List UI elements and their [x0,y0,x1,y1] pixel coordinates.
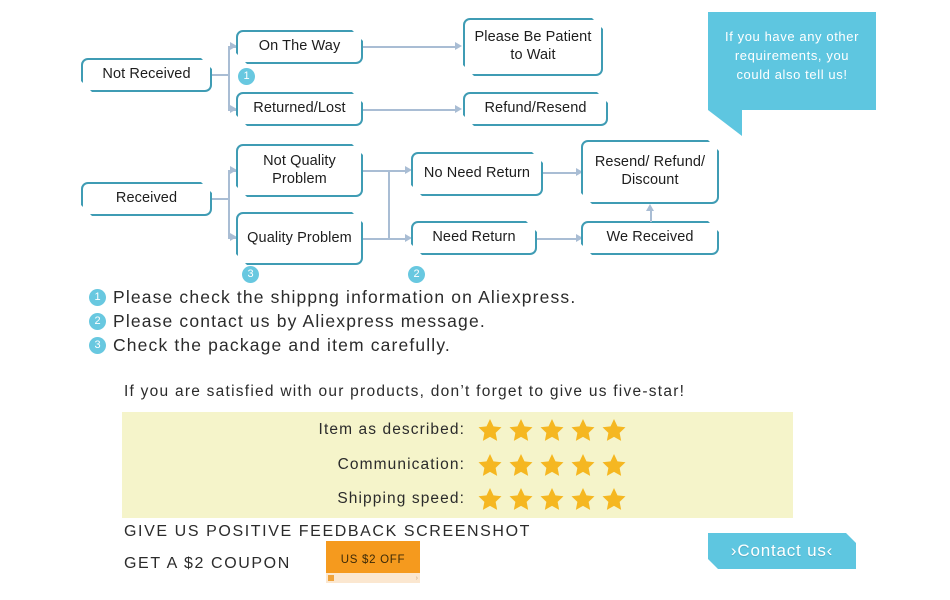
speech-bubble-tail [708,110,742,136]
star-icon [540,418,564,441]
flow-box-returned-lost-label: Returned/Lost [253,100,346,117]
star-icon [478,453,502,476]
flow-box-please-be-patient-label: Please Be Patient to Wait [474,29,592,63]
badge-step-3: 3 [242,266,259,283]
connector-quality-out [363,238,389,240]
rating-row-communication: Communication: [275,452,627,478]
star-icon [509,418,533,441]
flow-box-resend-refund-discount-label: Resend/ Refund/ Discount [594,154,706,188]
flow-box-quality-problem[interactable]: Quality Problem [236,212,363,265]
connector-received-stem [212,198,229,200]
flow-box-we-received[interactable]: We Received [581,221,719,255]
note-text: Please contact us by Aliexpress message. [113,311,486,331]
speech-bubble-text: If you have any other requirements, you … [724,29,859,82]
star-icon [571,453,595,476]
note-badge: 2 [89,313,106,330]
flow-box-please-be-patient[interactable]: Please Be Patient to Wait [463,18,603,76]
note-text: Please check the shippng information on … [113,287,577,307]
contact-us-label: ›Contact us‹ [730,541,834,560]
arrowhead-not-quality-problem [230,165,237,174]
flow-box-returned-lost[interactable]: Returned/Lost [236,92,363,126]
arrowhead-up-to-resend [646,204,654,211]
note-badge: 1 [89,289,106,306]
rating-label: Communication: [337,456,465,473]
star-icon [571,418,595,441]
rating-row-shipping-speed: Shipping speed: [275,486,627,512]
coupon-square-icon [328,575,334,581]
arrowhead-quality-problem [230,232,237,241]
list-item: 2 Please contact us by Aliexpress messag… [89,310,576,333]
flow-box-need-return-label: Need Return [432,229,516,246]
chevron-right-icon: › [415,574,418,582]
star-icon [602,487,626,510]
connector-received-bus [228,170,230,238]
connector-we-received-up [650,210,652,222]
badge-step-1: 1 [238,68,255,85]
arrowhead-returned-lost [230,104,237,113]
rating-stars [477,417,627,443]
flow-box-received-label: Received [115,190,178,207]
rating-label: Item as described: [318,421,465,438]
connector-need-return-to-we-received [537,238,579,240]
connector-not-received-stem [212,74,229,76]
flow-box-on-the-way-label: On The Way [258,38,341,55]
notes-list: 1 Please check the shippng information o… [89,286,576,358]
connector-not-received-bus [228,46,230,110]
arrowhead-please-be-patient [455,41,462,50]
arrowhead-refund-resend [455,104,462,113]
flow-box-not-quality-problem-label: Not Quality Problem [263,152,336,187]
flow-box-not-received[interactable]: Not Received [81,58,212,92]
promo-graphic-canvas: Not Received On The Way 1 Please Be Pati… [0,0,950,600]
flow-box-no-need-return-label: No Need Return [423,165,531,182]
flow-box-no-need-return[interactable]: No Need Return [411,152,543,196]
star-icon [509,453,533,476]
feedback-headline: If you are satisfied with our products, … [124,383,686,400]
list-item: 1 Please check the shippng information o… [89,286,576,309]
star-icon [540,487,564,510]
star-icon [602,453,626,476]
connector-quality-join-bus [388,170,390,238]
flow-box-received[interactable]: Received [81,182,212,216]
star-icon [540,453,564,476]
flow-box-refund-resend-label: Refund/Resend [484,100,587,117]
arrowhead-need-return [405,233,412,242]
arrowhead-on-the-way [230,41,237,50]
rating-stars [477,486,627,512]
star-icon [602,418,626,441]
coupon-footer: › [326,573,420,583]
flow-box-refund-resend[interactable]: Refund/Resend [463,92,608,126]
contact-us-button[interactable]: ›Contact us‹ [708,533,856,569]
connector-not-quality-out [363,170,389,172]
flow-box-need-return[interactable]: Need Return [411,221,537,255]
connector-no-need-return-to-resend [543,172,579,174]
rating-row-item-as-described: Item as described: [275,417,627,443]
connector-on-the-way-to-wait [363,46,458,48]
rating-stars [477,452,627,478]
star-icon [509,487,533,510]
connector-returned-lost-to-refund [363,109,458,111]
list-item: 3 Check the package and item carefully. [89,334,576,357]
speech-bubble: If you have any other requirements, you … [708,12,876,110]
flow-box-on-the-way[interactable]: On The Way [236,30,363,64]
star-icon [571,487,595,510]
note-badge: 3 [89,337,106,354]
arrowhead-no-need-return [405,165,412,174]
badge-step-2: 2 [408,266,425,283]
rating-label: Shipping speed: [337,490,465,507]
flow-box-we-received-label: We Received [606,229,694,246]
note-text: Check the package and item carefully. [113,335,451,355]
flow-box-not-received-label: Not Received [102,66,191,83]
flow-box-quality-problem-label: Quality Problem [247,229,352,246]
flow-box-not-quality-problem[interactable]: Not Quality Problem [236,144,363,197]
star-icon [478,418,502,441]
promo-line-2: GET A $2 COUPON [124,555,291,572]
flow-box-resend-refund-discount[interactable]: Resend/ Refund/ Discount [581,140,719,204]
star-icon [478,487,502,510]
promo-line-1: GIVE US POSITIVE FEEDBACK SCREENSHOT [124,523,532,540]
coupon-label: US $2 OFF [340,554,406,566]
